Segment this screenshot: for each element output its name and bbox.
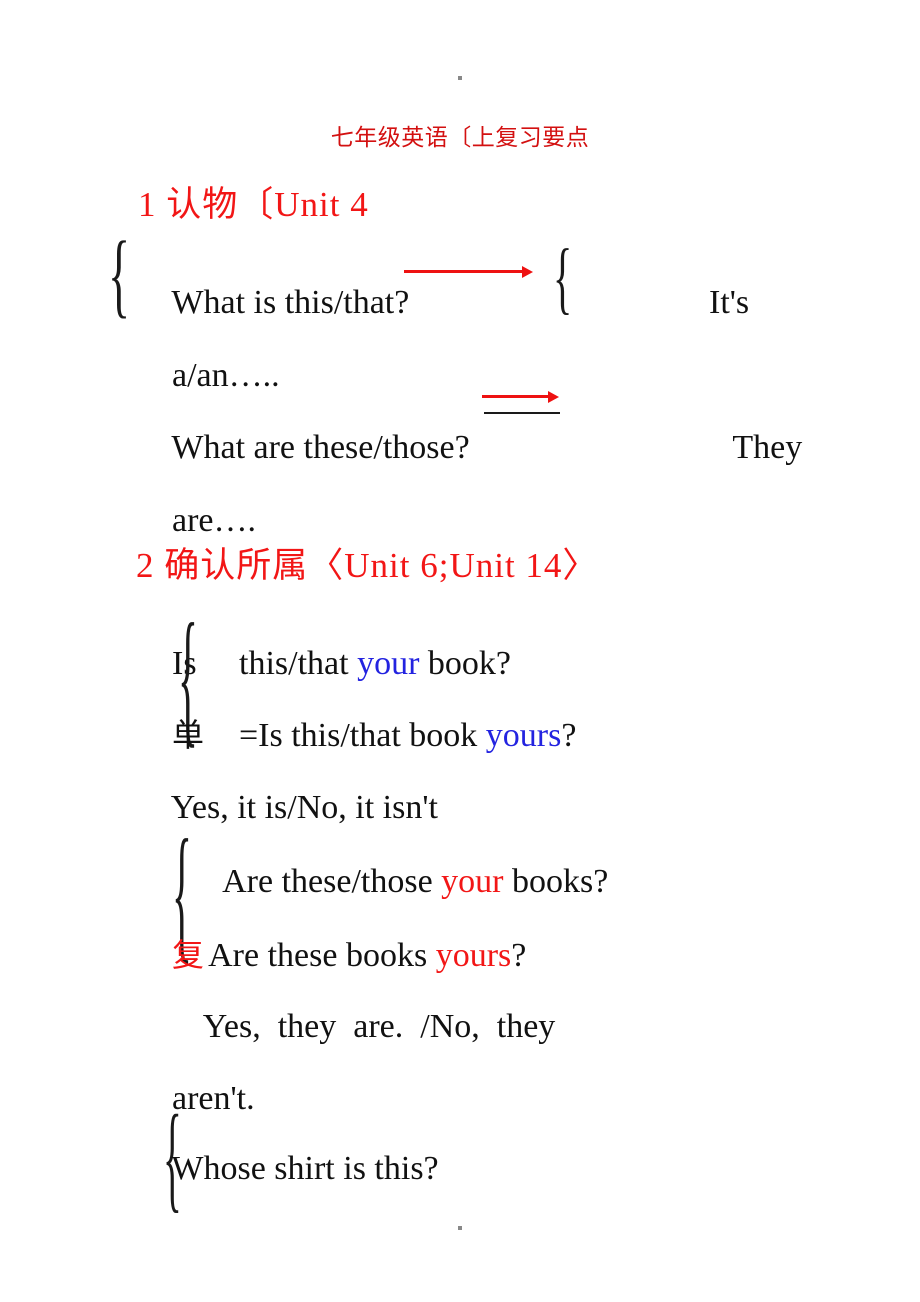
- marker-text: 单: [172, 716, 205, 754]
- line-text: It's: [709, 284, 750, 321]
- line-they: They: [699, 397, 802, 499]
- line-text: What are these/those?: [171, 429, 470, 466]
- line-text: What is this/that?: [171, 284, 410, 321]
- highlight-your: your: [441, 863, 504, 900]
- section-2-heading: 2 确认所属〈Unit 6;Unit 14〉: [136, 537, 598, 588]
- line-text: Yes, it is/No, it isn't: [170, 789, 438, 826]
- line-text-after: books?: [503, 863, 609, 900]
- document-page: 七年级英语〔上复习要点 1 认物〔Unit 4 { What is this/t…: [0, 0, 920, 1302]
- line-text: are….: [172, 502, 257, 539]
- line-text: Whose shirt is this?: [171, 1150, 439, 1187]
- line-its: It's: [675, 252, 749, 354]
- underline-those: [484, 412, 560, 414]
- line-text-after: book?: [419, 645, 511, 682]
- highlight-yours: yours: [435, 937, 512, 974]
- highlight-yours: yours: [485, 717, 562, 754]
- section-1-heading: 1 认物〔Unit 4: [138, 176, 369, 227]
- section-2-heading-text: 2 确认所属〈Unit 6;Unit 14〉: [136, 546, 599, 585]
- line-text: a/an…..: [172, 357, 280, 394]
- line-text-before: this/that: [239, 645, 358, 682]
- section-1-heading-text: 1 认物〔Unit 4: [138, 185, 369, 224]
- document-title: 七年级英语〔上复习要点: [330, 125, 590, 151]
- line-text-after: ?: [561, 717, 577, 754]
- line-text-before: =Is this/that book: [239, 717, 486, 754]
- highlight-your: your: [357, 645, 420, 682]
- line-text-after: ?: [511, 937, 527, 974]
- line-text: They: [732, 429, 803, 466]
- line-text: Yes, they are. /No, they: [202, 1008, 556, 1045]
- line-text: aren't.: [172, 1080, 255, 1117]
- line-text-before: Are these books: [208, 937, 436, 974]
- line-whose-shirt-is-this: Whose shirt is this?: [138, 1118, 439, 1220]
- page-artifact-dot-top: [458, 76, 462, 80]
- brace-group-2: {: [553, 232, 573, 322]
- page-artifact-dot-bottom: [458, 1226, 462, 1230]
- line-text-before: Are these/those: [222, 863, 442, 900]
- brace-group-1: {: [108, 221, 131, 327]
